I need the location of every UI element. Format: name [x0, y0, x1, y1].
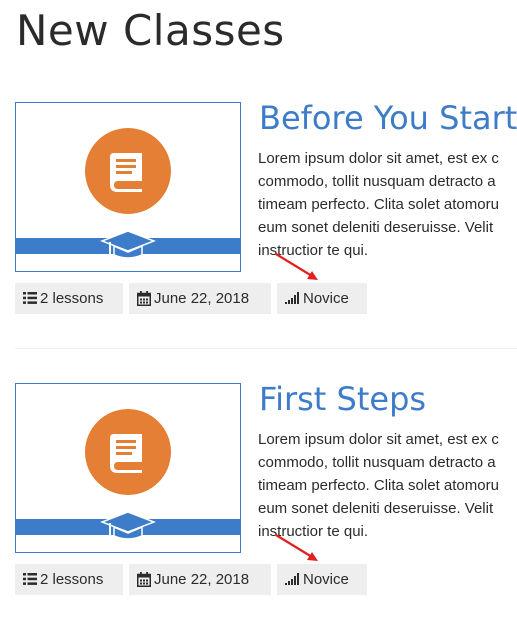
excerpt-line: eum sonet deleniti deseruisse. Velit [258, 219, 494, 236]
excerpt-line: Lorem ipsum dolor sit amet, est ex c [258, 150, 499, 167]
excerpt-line: Lorem ipsum dolor sit amet, est ex c [258, 431, 499, 448]
course-card-first-steps: First Steps Lorem ipsum dolor sit amet, … [0, 380, 517, 603]
excerpt-line: commodo, tollit nusquam detracto a [258, 454, 496, 471]
lessons-count-chip: 2 lessons [15, 564, 123, 595]
course-date: June 22, 2018 [154, 571, 250, 588]
course-divider [15, 348, 517, 349]
course-level: Novice [303, 290, 349, 307]
lessons-count: 2 lessons [40, 571, 104, 588]
graduation-cap-icon [100, 511, 156, 541]
signal-bars-icon [285, 573, 299, 586]
level-chip: Novice [277, 564, 367, 595]
thumbnail-circle [85, 409, 171, 495]
red-arrow-annotation [274, 252, 318, 280]
lessons-count: 2 lessons [40, 290, 104, 307]
graduation-cap-icon [100, 230, 156, 260]
list-icon [23, 573, 37, 585]
course-thumbnail[interactable] [15, 383, 241, 553]
excerpt-line: timeam perfecto. Clita solet atomoru [258, 477, 499, 494]
course-level: Novice [303, 571, 349, 588]
course-date: June 22, 2018 [154, 290, 250, 307]
page-title: New Classes [16, 6, 285, 55]
excerpt-line: commodo, tollit nusquam detracto a [258, 173, 496, 190]
course-thumbnail[interactable] [15, 102, 241, 272]
excerpt-line: eum sonet deleniti deseruisse. Velit [258, 500, 494, 517]
list-icon [23, 292, 37, 304]
book-icon [110, 153, 142, 192]
course-card-before-you-start: Before You Start Lorem ipsum dolor sit a… [0, 99, 517, 322]
calendar-icon [137, 290, 151, 306]
thumbnail-circle [85, 128, 171, 214]
calendar-icon [137, 571, 151, 587]
course-title-link[interactable]: Before You Start [259, 96, 517, 140]
course-title-link[interactable]: First Steps [259, 377, 426, 421]
date-chip: June 22, 2018 [129, 283, 271, 314]
excerpt-line: timeam perfecto. Clita solet atomoru [258, 196, 499, 213]
course-excerpt: Lorem ipsum dolor sit amet, est ex c com… [258, 428, 517, 543]
level-chip: Novice [277, 283, 367, 314]
signal-bars-icon [285, 292, 299, 305]
red-arrow-annotation [274, 533, 318, 561]
date-chip: June 22, 2018 [129, 564, 271, 595]
lessons-count-chip: 2 lessons [15, 283, 123, 314]
course-excerpt: Lorem ipsum dolor sit amet, est ex c com… [258, 147, 517, 262]
book-icon [110, 434, 142, 473]
